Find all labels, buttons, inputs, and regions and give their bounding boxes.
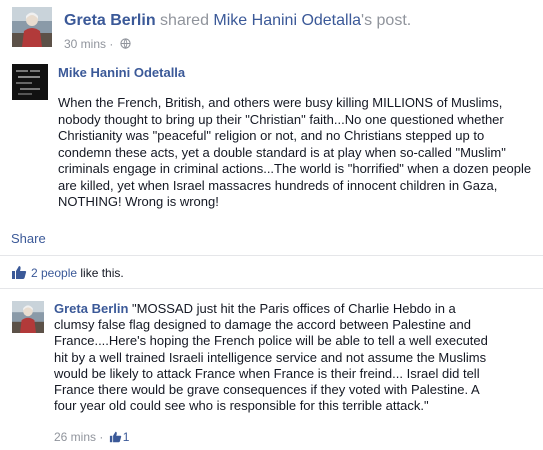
meta-separator: · — [109, 37, 114, 51]
comment-meta-separator: · — [99, 430, 104, 444]
globe-icon[interactable] — [120, 38, 131, 52]
shared-post-text: When the French, British, and others wer… — [58, 95, 532, 209]
comment-meta: 26 mins · 1 — [54, 430, 129, 444]
shared-text: shared — [155, 12, 214, 29]
comment-like-number: 1 — [122, 430, 130, 444]
original-author-avatar[interactable] — [12, 64, 48, 100]
comment: Greta Berlin "MOSSAD just hit the Paris … — [12, 298, 537, 448]
divider — [0, 255, 543, 256]
story-timestamp[interactable]: 30 mins — [64, 37, 106, 51]
likers-link[interactable]: 2 people — [31, 266, 77, 280]
commenter-avatar[interactable] — [12, 301, 44, 333]
thumbs-up-icon — [107, 430, 123, 444]
likes-summary: 2 people like this. — [11, 265, 124, 280]
shared-post-author[interactable]: Mike Hanini Odetalla — [58, 65, 185, 80]
comment-body: Greta Berlin "MOSSAD just hit the Paris … — [54, 301, 494, 414]
sharer-name-link[interactable]: Greta Berlin — [64, 12, 156, 29]
shared-post: Mike Hanini Odetalla When the French, Br… — [12, 61, 532, 211]
comment-text: "MOSSAD just hit the Paris offices of Ch… — [54, 301, 488, 414]
original-author-link[interactable]: Mike Hanini Odetalla — [213, 12, 361, 29]
comment-author-link[interactable]: Greta Berlin — [54, 301, 128, 316]
share-headline: Greta Berlin shared Mike Hanini Odetalla… — [64, 12, 411, 30]
comment-timestamp[interactable]: 26 mins — [54, 430, 96, 444]
post-suffix: 's post. — [361, 12, 412, 29]
story-header: Greta Berlin shared Mike Hanini Odetalla… — [12, 7, 532, 55]
share-button[interactable]: Share — [11, 231, 46, 246]
comment-like-count[interactable]: 1 — [107, 430, 130, 444]
likes-suffix: like this. — [77, 266, 124, 280]
story-meta: 30 mins · — [64, 37, 131, 52]
divider — [0, 288, 543, 289]
thumbs-up-icon — [11, 266, 31, 280]
sharer-avatar[interactable] — [12, 7, 52, 47]
